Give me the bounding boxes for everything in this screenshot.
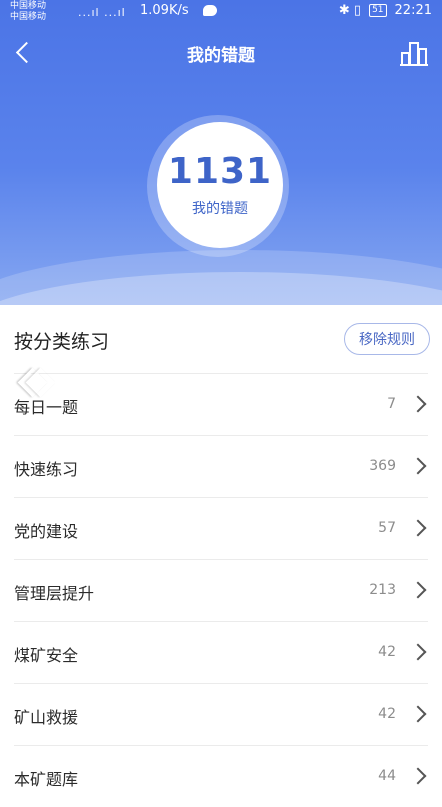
bluetooth-vibrate-icon: ✱ ▯ [338,3,362,18]
list-item[interactable]: 管理层提升 213 [14,559,428,621]
chevron-right-icon [409,395,427,413]
list-item[interactable]: 每日一题 7 [14,373,428,435]
wrong-count-value: 1131 [167,151,273,192]
bar-chart-icon [400,64,428,66]
category-label: 管理层提升 [14,584,95,603]
section-title: 按分类练习 [14,331,110,353]
signal-icon: ...ıl ...ıl [78,6,126,19]
category-count: 369 [369,458,396,474]
carrier-label: 中国移动 [10,12,47,22]
category-count: 7 [387,396,396,412]
category-label: 本矿题库 [14,770,79,789]
category-count: 42 [378,644,396,660]
bar-chart-icon [418,48,427,64]
wrong-count-circle: 1131 我的错题 [157,122,283,248]
clock: 22:21 [394,3,432,18]
chevron-right-icon [409,767,427,785]
category-count: 57 [378,520,396,536]
list-item[interactable]: 矿山救援 42 [14,683,428,745]
floating-back-gesture[interactable] [14,364,56,400]
section-header: 按分类练习 移除规则 [0,305,442,373]
category-label: 矿山救援 [14,708,79,727]
list-item[interactable]: 党的建设 57 [14,497,428,559]
category-list: 每日一题 7 快速练习 369 党的建设 57 管理层提升 213 煤矿安全 4… [0,373,442,807]
carrier-label: 中国移动 [10,1,47,11]
header-banner: 中国移动 中国移动 ...ıl ...ıl 1.09K/s ✱ ▯ 51 22:… [0,0,442,305]
list-item[interactable]: 快速练习 369 [14,435,428,497]
category-label: 快速练习 [14,460,79,479]
category-count: 42 [378,706,396,722]
wrong-count-label: 我的错题 [192,201,248,217]
statistics-button[interactable] [400,38,430,66]
status-bar: 中国移动 中国移动 ...ıl ...ıl 1.09K/s ✱ ▯ 51 22:… [0,0,442,24]
network-speed: 1.09K/s [140,3,189,18]
chevron-right-icon [409,457,427,475]
chevron-right-icon [409,643,427,661]
battery-icon: 51 [369,4,387,17]
chevron-right-icon [409,581,427,599]
chat-notification-icon [203,5,217,16]
category-label: 煤矿安全 [14,646,79,665]
category-label: 党的建设 [14,522,79,541]
chevron-right-icon [409,519,427,537]
remove-rule-button[interactable]: 移除规则 [344,323,430,355]
status-right: ✱ ▯ 51 22:21 [339,3,432,18]
list-item[interactable]: 本矿题库 44 [14,745,428,807]
nav-bar: 我的错题 [0,32,442,72]
chevron-right-icon [409,705,427,723]
category-count: 44 [378,768,396,784]
category-count: 213 [369,582,396,598]
list-item[interactable]: 煤矿安全 42 [14,621,428,683]
page-title: 我的错题 [187,46,255,66]
